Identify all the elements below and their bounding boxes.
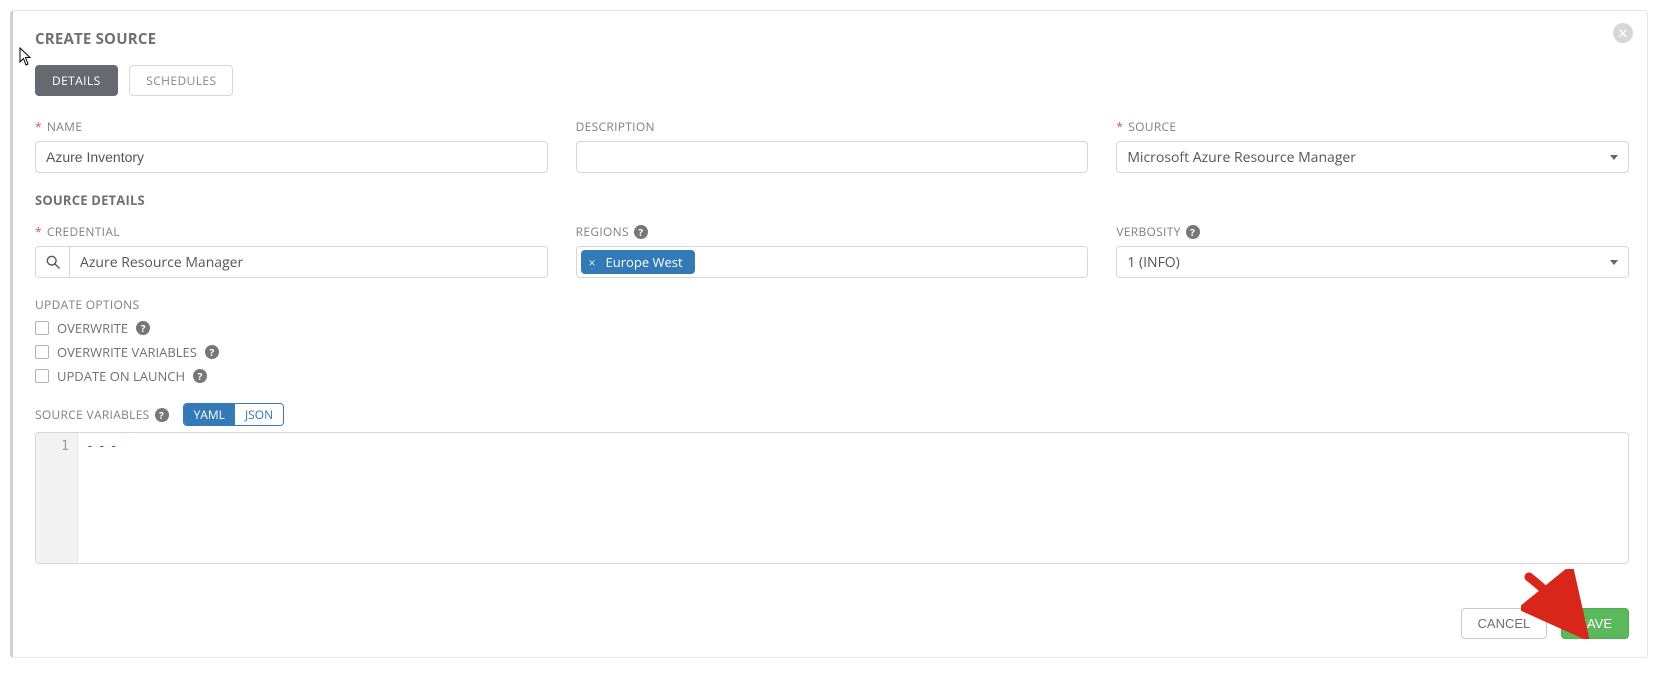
credential-search-button[interactable] (36, 247, 70, 277)
editor-gutter: 1 (36, 433, 78, 563)
regions-label-text: REGIONS (576, 223, 629, 240)
chevron-down-icon (1610, 155, 1618, 160)
regions-label: REGIONS ? (576, 223, 1089, 240)
name-input[interactable] (35, 141, 548, 173)
source-label-text: SOURCE (1128, 118, 1176, 135)
region-tag: × Europe West (581, 250, 695, 274)
panel-title: CREATE SOURCE (35, 29, 1629, 49)
required-marker: * (1116, 118, 1123, 135)
source-variables-label-text: SOURCE VARIABLES (35, 406, 150, 423)
help-icon[interactable]: ? (205, 345, 219, 359)
overwrite-checkbox[interactable] (35, 321, 49, 335)
toggle-yaml[interactable]: YAML (184, 404, 235, 425)
close-icon: ✕ (1618, 27, 1629, 40)
description-label: DESCRIPTION (576, 118, 1089, 135)
mouse-cursor-icon (19, 47, 33, 67)
source-select[interactable]: Microsoft Azure Resource Manager (1116, 141, 1629, 173)
verbosity-select[interactable]: 1 (INFO) (1116, 246, 1629, 278)
source-label: * SOURCE (1116, 118, 1629, 135)
help-icon[interactable]: ? (193, 369, 207, 383)
cancel-button[interactable]: CANCEL (1461, 608, 1548, 639)
regions-input[interactable]: × Europe West (576, 246, 1089, 278)
toggle-json[interactable]: JSON (235, 404, 283, 425)
region-tag-label: Europe West (606, 253, 683, 271)
create-source-panel: ✕ CREATE SOURCE DETAILS SCHEDULES * NAME… (10, 10, 1648, 658)
credential-label-text: CREDENTIAL (47, 223, 120, 240)
credential-label: * CREDENTIAL (35, 223, 548, 240)
search-icon (46, 255, 60, 269)
chevron-down-icon (1610, 260, 1618, 265)
name-label-text: NAME (47, 118, 82, 135)
close-button[interactable]: ✕ (1613, 23, 1633, 43)
section-source-variables: SOURCE VARIABLES ? (35, 406, 169, 423)
source-select-value: Microsoft Azure Resource Manager (1127, 148, 1356, 167)
line-number: 1 (36, 439, 69, 454)
help-icon[interactable]: ? (155, 408, 169, 422)
section-source-details: SOURCE DETAILS (35, 191, 1629, 209)
verbosity-select-value: 1 (INFO) (1127, 253, 1179, 272)
remove-tag-icon[interactable]: × (589, 254, 596, 271)
verbosity-label: VERBOSITY ? (1116, 223, 1629, 240)
help-icon[interactable]: ? (634, 225, 648, 239)
help-icon[interactable]: ? (1186, 225, 1200, 239)
format-toggle: YAML JSON (183, 403, 285, 426)
tab-details[interactable]: DETAILS (35, 65, 118, 96)
overwrite-label: OVERWRITE (57, 319, 128, 337)
required-marker: * (35, 223, 42, 240)
overwrite-variables-label: OVERWRITE VARIABLES (57, 343, 197, 361)
tab-schedules[interactable]: SCHEDULES (129, 65, 233, 96)
editor-content[interactable]: --- (78, 433, 1628, 563)
section-update-options: UPDATE OPTIONS (35, 296, 1629, 313)
source-variables-editor[interactable]: 1 --- (35, 432, 1629, 564)
name-label: * NAME (35, 118, 548, 135)
credential-value: Azure Resource Manager (70, 253, 547, 272)
credential-lookup[interactable]: Azure Resource Manager (35, 246, 548, 278)
overwrite-variables-checkbox[interactable] (35, 345, 49, 359)
description-label-text: DESCRIPTION (576, 118, 655, 135)
description-input[interactable] (576, 141, 1089, 173)
editor-text: --- (86, 439, 121, 454)
help-icon[interactable]: ? (136, 321, 150, 335)
update-on-launch-checkbox[interactable] (35, 369, 49, 383)
tabs: DETAILS SCHEDULES (35, 65, 1629, 96)
update-on-launch-label: UPDATE ON LAUNCH (57, 367, 185, 385)
verbosity-label-text: VERBOSITY (1116, 223, 1180, 240)
update-options: OVERWRITE ? OVERWRITE VARIABLES ? UPDATE… (35, 319, 1629, 385)
required-marker: * (35, 118, 42, 135)
save-button[interactable]: SAVE (1561, 608, 1629, 639)
